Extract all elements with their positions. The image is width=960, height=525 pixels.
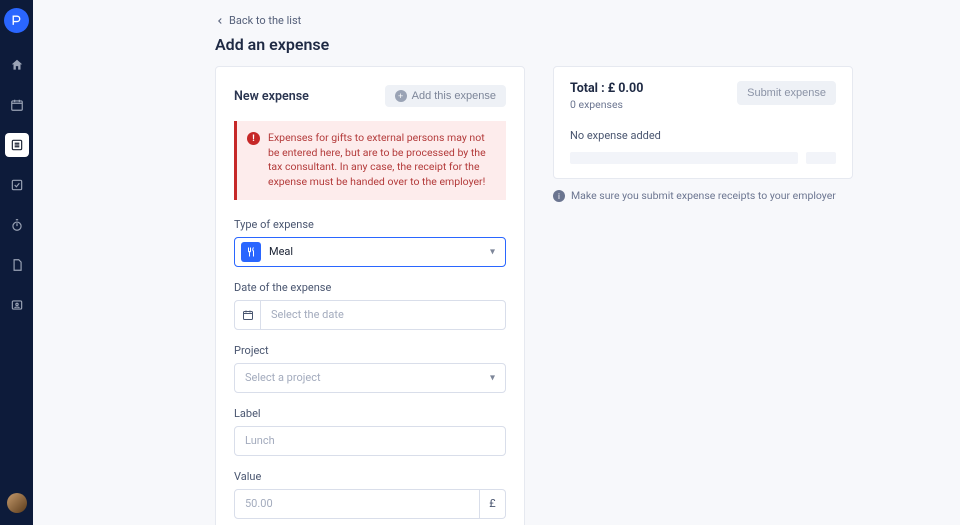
submit-expense-button[interactable]: Submit expense — [737, 81, 836, 105]
back-link[interactable]: Back to the list — [215, 14, 301, 27]
hint: i Make sure you submit expense receipts … — [553, 189, 853, 202]
project-placeholder: Select a project — [245, 371, 321, 384]
label-field-label: Label — [234, 407, 506, 420]
back-link-label: Back to the list — [229, 14, 301, 27]
total-label: Total : £ 0.00 — [570, 81, 643, 96]
check-icon — [10, 178, 24, 192]
project-select[interactable]: Select a project ▾ — [234, 363, 506, 393]
warning-icon: ! — [247, 132, 260, 145]
type-value: Meal — [269, 245, 293, 258]
type-select[interactable]: Meal ▾ — [234, 237, 506, 267]
skeleton-row — [570, 152, 836, 164]
currency-label: £ — [480, 489, 506, 519]
stopwatch-icon — [10, 218, 24, 232]
id-icon — [10, 298, 24, 312]
sidenav — [0, 0, 33, 525]
hint-text: Make sure you submit expense receipts to… — [571, 189, 836, 202]
nav-documents[interactable] — [5, 253, 29, 277]
info-icon: i — [553, 190, 565, 202]
submit-expense-label: Submit expense — [747, 87, 826, 99]
list-icon — [10, 138, 24, 152]
chevron-down-icon: ▾ — [490, 246, 495, 257]
expense-count: 0 expenses — [570, 98, 643, 111]
nav-home[interactable] — [5, 53, 29, 77]
home-icon — [10, 58, 24, 72]
meal-icon — [241, 242, 261, 262]
form-title: New expense — [234, 89, 309, 104]
nav-tasks[interactable] — [5, 173, 29, 197]
label-placeholder: Lunch — [245, 434, 275, 447]
date-input[interactable]: Select the date — [234, 300, 506, 330]
logo — [4, 8, 29, 33]
label-input[interactable]: Lunch — [234, 426, 506, 456]
chevron-down-icon: ▾ — [490, 372, 495, 383]
nav-expenses[interactable] — [5, 133, 29, 157]
date-placeholder: Select the date — [271, 308, 344, 321]
calendar-prefix-icon — [235, 301, 261, 329]
warning-text: Expenses for gifts to external persons m… — [268, 131, 494, 190]
date-label: Date of the expense — [234, 281, 506, 294]
nav-timer[interactable] — [5, 213, 29, 237]
avatar[interactable] — [7, 493, 27, 513]
value-field-label: Value — [234, 470, 506, 483]
warning-banner: ! Expenses for gifts to external persons… — [234, 121, 506, 200]
nav-calendar[interactable] — [5, 93, 29, 117]
no-expense-label: No expense added — [570, 129, 836, 142]
type-label: Type of expense — [234, 218, 506, 231]
nav-profile[interactable] — [5, 293, 29, 317]
chevron-left-icon — [215, 16, 225, 26]
project-label: Project — [234, 344, 506, 357]
summary-card: Total : £ 0.00 0 expenses Submit expense… — [553, 66, 853, 179]
document-icon — [10, 258, 24, 272]
value-placeholder: 50.00 — [245, 497, 273, 510]
add-expense-button[interactable]: + Add this expense — [385, 85, 506, 107]
plus-icon: + — [395, 90, 407, 102]
expense-form-card: New expense + Add this expense ! Expense… — [215, 66, 525, 525]
add-expense-label: Add this expense — [412, 90, 496, 102]
calendar-icon — [10, 98, 24, 112]
page-title: Add an expense — [215, 35, 960, 54]
value-input[interactable]: 50.00 — [234, 489, 480, 519]
main-content: Back to the list Add an expense New expe… — [33, 0, 960, 525]
